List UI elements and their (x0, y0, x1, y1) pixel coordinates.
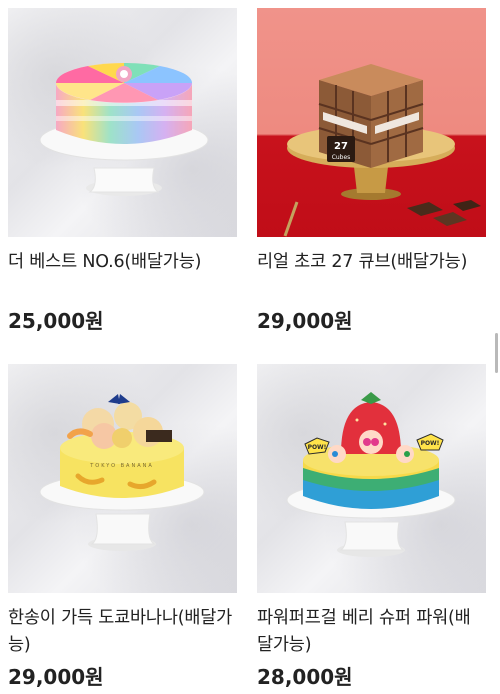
product-price: 28,000원 (257, 665, 353, 689)
product-card[interactable]: TOKYO BANANA 한송이 가득 도쿄바나나(배달가능) 29,000원 (8, 364, 237, 689)
product-price: 29,000원 (8, 665, 104, 689)
product-name[interactable]: 더 베스트 NO.6(배달가능) (8, 249, 237, 276)
cube-label-number: 27 (334, 141, 348, 152)
choco-cube-cake-image[interactable]: 27 Cubes (257, 8, 486, 237)
product-card[interactable]: POW! POW! 파워퍼프걸 베리 슈퍼 파워(배달가능) 28,000원 (257, 364, 486, 689)
pow-badge-right: POW! (421, 440, 440, 447)
cube-label-text: Cubes (332, 154, 351, 161)
pow-badge-left: POW! (308, 444, 327, 451)
product-name[interactable]: 리얼 초코 27 큐브(배달가능) (257, 249, 486, 276)
product-card[interactable]: 27 Cubes 리얼 초코 27 큐브(배달가능) 29,000원 (257, 8, 486, 333)
cake-brand-label: TOKYO BANANA (89, 463, 154, 469)
product-price: 29,000원 (257, 309, 353, 333)
scrollbar-indicator[interactable] (495, 333, 498, 373)
banana-cake-image[interactable]: TOKYO BANANA (8, 364, 237, 593)
product-name[interactable]: 한송이 가득 도쿄바나나(배달가능) (8, 605, 237, 659)
powerpuff-cake-image[interactable]: POW! POW! (257, 364, 486, 593)
product-price: 25,000원 (8, 309, 104, 333)
product-card[interactable]: 더 베스트 NO.6(배달가능) 25,000원 (8, 8, 237, 333)
rainbow-cake-image[interactable] (8, 8, 237, 237)
product-name[interactable]: 파워퍼프걸 베리 슈퍼 파워(배달가능) (257, 605, 486, 659)
